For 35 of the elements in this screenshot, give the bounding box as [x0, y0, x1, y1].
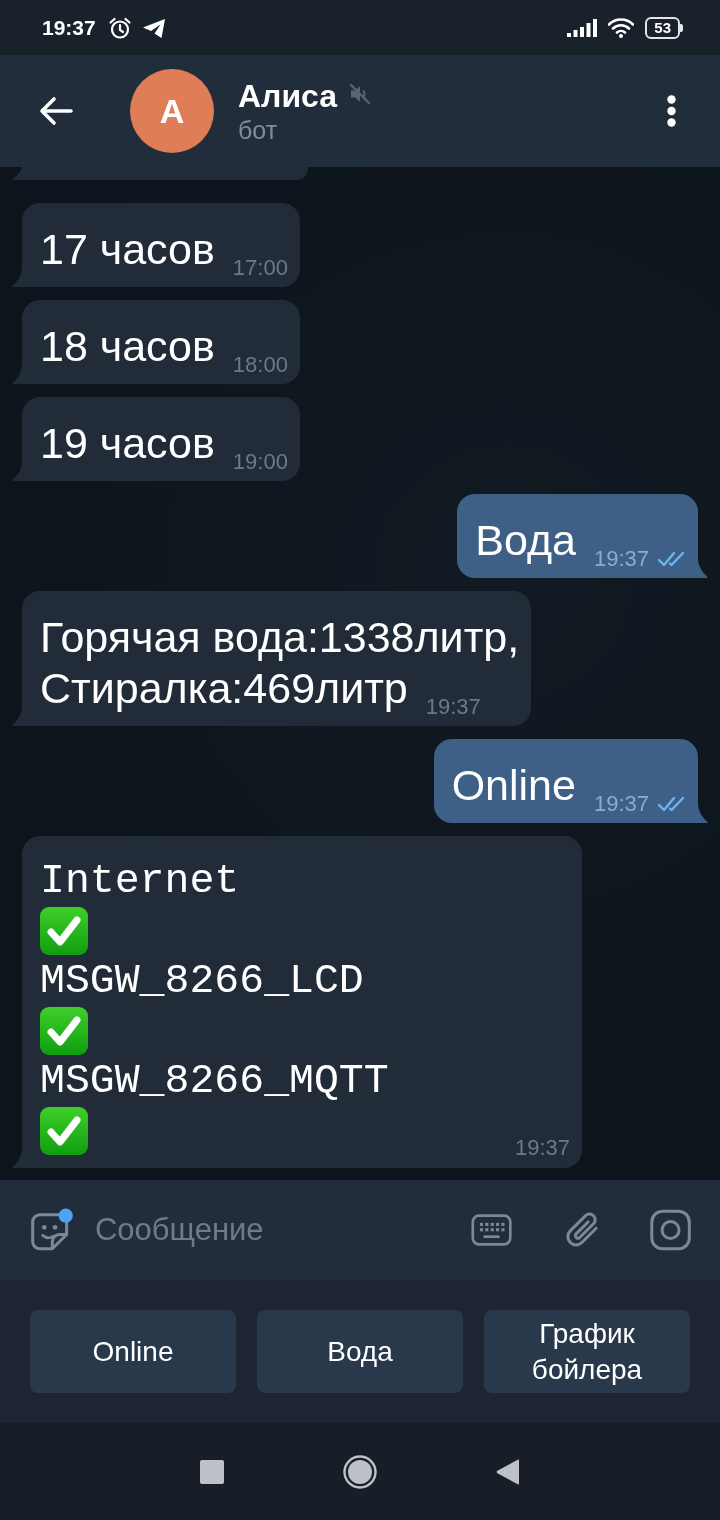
- back-icon[interactable]: [496, 1458, 520, 1485]
- message-time: 19:37: [425, 699, 481, 715]
- reply-button[interactable]: График бойлера: [484, 1310, 690, 1393]
- message-time: 19:37: [514, 1140, 570, 1156]
- message-time: 19:37: [593, 796, 649, 812]
- back-arrow-icon[interactable]: [38, 94, 74, 128]
- message-text: Online: [451, 761, 576, 809]
- paper-plane-icon: [141, 16, 166, 39]
- status-label: MSGW_8266_MQTT: [40, 1056, 390, 1106]
- message-text: Стиралка:469литр: [40, 664, 408, 712]
- message-text: 19 часов: [40, 419, 215, 467]
- more-options-icon[interactable]: [667, 95, 676, 127]
- chat-subtitle: бот: [238, 115, 279, 145]
- recent-apps-icon[interactable]: [200, 1459, 224, 1484]
- message-time: 19:37: [593, 551, 649, 567]
- battery-indicator: 53: [645, 16, 683, 39]
- message-time: 17:00: [232, 260, 288, 276]
- home-icon[interactable]: [343, 1454, 377, 1489]
- status-time: 19:37: [42, 15, 96, 40]
- status-label: Internet: [40, 856, 241, 906]
- status-label: MSGW_8266_LCD: [40, 956, 365, 1006]
- camera-icon[interactable]: [649, 1207, 691, 1253]
- keyboard-icon[interactable]: [471, 1212, 513, 1248]
- message-text: Горячая вода:1338литр,: [40, 612, 520, 663]
- message-time: 18:00: [232, 357, 288, 373]
- wifi-icon: [608, 17, 635, 38]
- message-text: 17 часов: [40, 225, 215, 273]
- message-text: 18 часов: [40, 322, 215, 370]
- reply-button[interactable]: Вода: [257, 1310, 463, 1393]
- signal-icon: [567, 18, 598, 37]
- message-text: Вода: [475, 516, 576, 564]
- reply-button[interactable]: Online: [30, 1310, 236, 1393]
- alarm-clock-icon: [107, 15, 132, 40]
- message-time: 19:00: [232, 454, 288, 470]
- chat-title: Алиса: [238, 77, 338, 115]
